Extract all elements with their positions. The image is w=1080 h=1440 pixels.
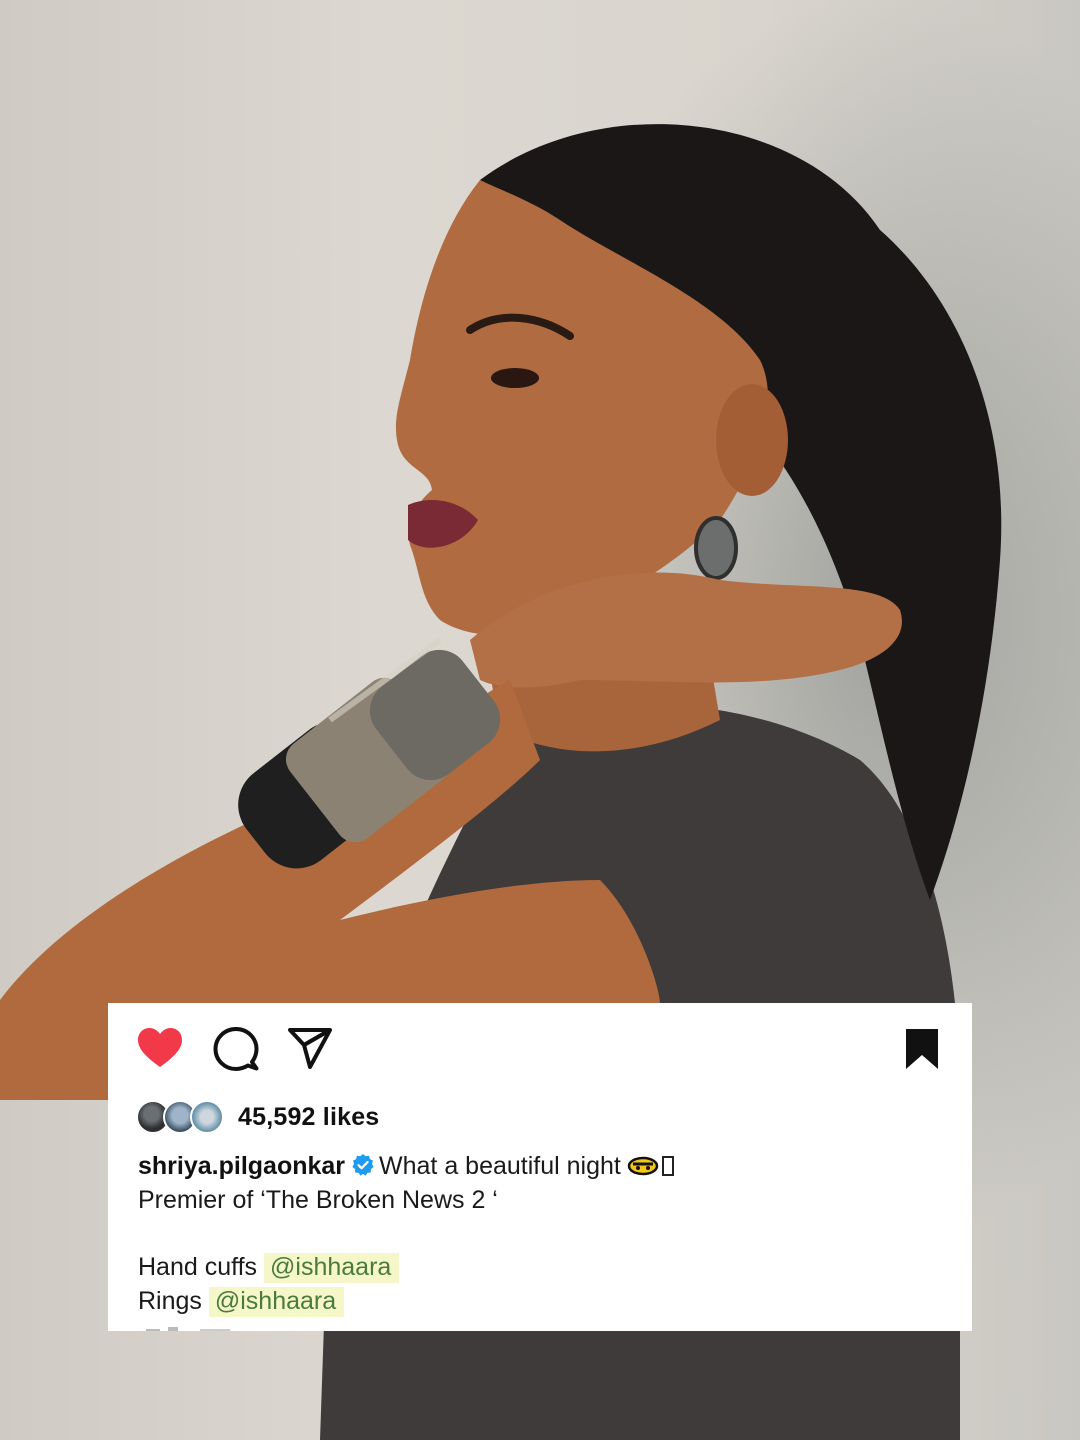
caption: shriya.pilgaonkar What a beautiful night …	[138, 1149, 958, 1318]
liker-avatars[interactable]	[136, 1097, 232, 1137]
post-card: 45,592 likes shriya.pilgaonkar What a bea…	[108, 1003, 972, 1331]
comment-button[interactable]	[212, 1025, 260, 1073]
mention-link[interactable]: @ishhaara	[208, 1287, 345, 1317]
mention-link[interactable]: @ishhaara	[264, 1253, 400, 1283]
avatar	[190, 1100, 224, 1134]
like-button[interactable]	[136, 1025, 184, 1073]
verified-badge-icon	[351, 1152, 375, 1176]
paper-plane-icon	[288, 1028, 332, 1069]
emoji-icon	[627, 1152, 659, 1176]
heart-icon	[138, 1028, 182, 1067]
likes-row: 45,592 likes	[136, 1097, 379, 1137]
username[interactable]: shriya.pilgaonkar	[138, 1152, 345, 1180]
caption-text: Hand cuffs	[138, 1253, 258, 1281]
caption-line-4: Hand cuffs @ishhaara	[138, 1250, 958, 1284]
save-button[interactable]	[898, 1025, 946, 1073]
share-button[interactable]	[286, 1025, 334, 1073]
missing-glyph	[661, 1156, 674, 1176]
comment-bubble-icon	[213, 1027, 259, 1071]
bookmark-icon	[906, 1029, 938, 1069]
caption-line-5: Rings @ishhaara	[138, 1284, 958, 1318]
caption-text: What a beautiful night	[379, 1152, 621, 1180]
caption-text: Rings	[138, 1287, 202, 1315]
caption-line-2: Premier of ‘The Broken News 2 ‘	[138, 1186, 498, 1214]
caption-line-1: shriya.pilgaonkar What a beautiful night	[138, 1149, 958, 1183]
clipped-next-line	[146, 1327, 230, 1331]
action-bar	[108, 1003, 972, 1089]
likes-count[interactable]: 45,592 likes	[238, 1103, 379, 1132]
